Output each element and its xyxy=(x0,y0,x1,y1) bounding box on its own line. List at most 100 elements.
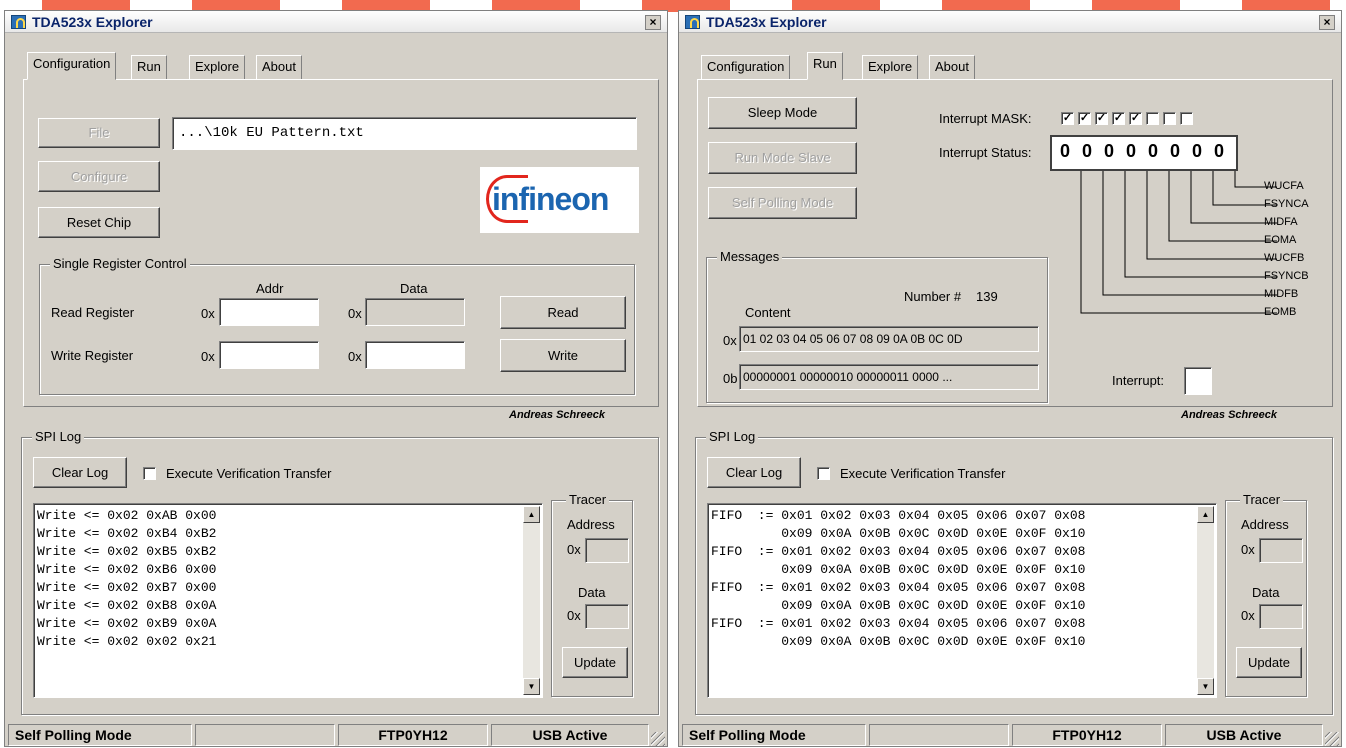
sleep-mode-button[interactable]: Sleep Mode xyxy=(708,97,857,129)
tab-run[interactable]: Run xyxy=(131,55,167,79)
tracer-address-label: Address xyxy=(567,517,615,532)
log-line: 0x09 0x0A 0x0B 0x0C 0x0D 0x0E 0x0F 0x10 xyxy=(711,634,1086,649)
log-line: 0x09 0x0A 0x0B 0x0C 0x0D 0x0E 0x0F 0x10 xyxy=(711,562,1086,577)
app-icon xyxy=(11,15,26,29)
tracer-data-field xyxy=(1259,604,1303,629)
verify-checkbox[interactable] xyxy=(817,467,830,480)
log-line: Write <= 0x02 0xAB 0x00 xyxy=(37,508,217,523)
file-button[interactable]: File xyxy=(38,118,160,148)
tab-about[interactable]: About xyxy=(929,55,975,79)
spi-log-title: SPI Log xyxy=(32,429,85,444)
tracer-address-field xyxy=(1259,538,1303,563)
tracer-title: Tracer xyxy=(1240,492,1284,507)
bin-prefix: 0b xyxy=(723,371,738,386)
read-button[interactable]: Read xyxy=(500,296,626,329)
status-empty xyxy=(869,724,1009,746)
app-icon xyxy=(685,15,700,29)
write-data-input[interactable] xyxy=(365,341,465,369)
bit-connector-line xyxy=(1102,171,1277,296)
tracer-address-label: Address xyxy=(1241,517,1289,532)
status-usb: USB Active xyxy=(491,724,649,746)
log-line: FIFO := 0x01 0x02 0x03 0x04 0x05 0x06 0x… xyxy=(711,580,1086,595)
bit-label: EOMA xyxy=(1264,234,1297,246)
update-button[interactable]: Update xyxy=(1236,647,1302,678)
tracer-address-prefix: 0x xyxy=(567,542,581,557)
close-icon[interactable]: × xyxy=(1319,15,1335,30)
verify-label: Execute Verification Transfer xyxy=(166,466,332,481)
write-addr-input[interactable] xyxy=(219,341,319,369)
reset-chip-button[interactable]: Reset Chip xyxy=(38,207,160,238)
interrupt-mask-checkbox[interactable]: ✓ xyxy=(1061,112,1074,125)
status-bar: Self Polling Mode FTP0YH12 USB Active xyxy=(5,722,667,748)
tab-configuration[interactable]: Configuration xyxy=(701,55,791,79)
self-polling-mode-button[interactable]: Self Polling Mode xyxy=(708,187,857,219)
author-signature: Andreas Schreeck xyxy=(509,409,605,421)
title-bar[interactable]: TDA523x Explorer × xyxy=(679,11,1341,33)
number-value: 139 xyxy=(976,289,998,304)
interrupt-mask-checkbox[interactable] xyxy=(1146,112,1159,125)
bit-label: EOMB xyxy=(1264,306,1297,318)
log-line: Write <= 0x02 0xB4 0xB2 xyxy=(37,526,217,541)
interrupt-mask-checkbox[interactable]: ✓ xyxy=(1078,112,1091,125)
status-mode: Self Polling Mode xyxy=(682,724,866,746)
interrupt-mask-checkbox[interactable]: ✓ xyxy=(1129,112,1142,125)
verify-checkbox[interactable] xyxy=(143,467,156,480)
status-bit: 0 xyxy=(1060,141,1073,161)
log-scrollbar[interactable]: ▲ ▼ xyxy=(523,506,540,695)
clear-log-button[interactable]: Clear Log xyxy=(707,457,801,488)
interrupt-mask-checkbox[interactable] xyxy=(1163,112,1176,125)
scroll-up-icon[interactable]: ▲ xyxy=(1197,506,1214,523)
title-bar[interactable]: TDA523x Explorer × xyxy=(5,11,667,33)
spi-log-title: SPI Log xyxy=(706,429,759,444)
write-button[interactable]: Write xyxy=(500,339,626,372)
log-line: Write <= 0x02 0x02 0x21 xyxy=(37,634,217,649)
log-line: FIFO := 0x01 0x02 0x03 0x04 0x05 0x06 0x… xyxy=(711,544,1086,559)
tab-explore[interactable]: Explore xyxy=(189,55,246,79)
read-addr-input[interactable] xyxy=(219,298,319,326)
close-icon[interactable]: × xyxy=(645,15,661,30)
scroll-down-icon[interactable]: ▼ xyxy=(1197,678,1214,695)
scroll-down-icon[interactable]: ▼ xyxy=(523,678,540,695)
interrupt-mask-checkbox[interactable]: ✓ xyxy=(1112,112,1125,125)
addr-header: Addr xyxy=(256,281,284,296)
spi-log-textarea[interactable]: Write <= 0x02 0xAB 0x00 Write <= 0x02 0xB… xyxy=(33,503,543,698)
log-line: Write <= 0x02 0xB6 0x00 xyxy=(37,562,217,577)
content-label: Content xyxy=(745,305,791,320)
status-bit: 0 xyxy=(1082,141,1095,161)
status-bit: 0 xyxy=(1148,141,1161,161)
tab-explore[interactable]: Explore xyxy=(862,55,919,79)
bit-label: WUCFB xyxy=(1264,252,1305,264)
tracer-data-label: Data xyxy=(578,585,606,600)
bit-connector-line xyxy=(1168,171,1277,242)
window-title: TDA523x Explorer xyxy=(32,14,153,30)
run-mode-slave-button[interactable]: Run Mode Slave xyxy=(708,142,857,174)
clear-log-button[interactable]: Clear Log xyxy=(33,457,127,488)
log-scrollbar[interactable]: ▲ ▼ xyxy=(1197,506,1214,695)
log-line: 0x09 0x0A 0x0B 0x0C 0x0D 0x0E 0x0F 0x10 xyxy=(711,598,1086,613)
file-path-field[interactable]: ...\10k EU Pattern.txt xyxy=(172,117,637,150)
interrupt-mask-checkbox[interactable] xyxy=(1180,112,1193,125)
interrupt-status-display: 00000000 xyxy=(1050,135,1238,171)
write-register-label: Write Register xyxy=(51,348,134,363)
status-empty xyxy=(195,724,335,746)
window-run: TDA523x Explorer × Configuration Run Exp… xyxy=(678,10,1342,747)
bit-label: FSYNCB xyxy=(1264,270,1309,282)
interrupt-mask-label: Interrupt MASK: xyxy=(939,111,1032,126)
status-bar: Self Polling Mode FTP0YH12 USB Active xyxy=(679,722,1341,748)
update-button[interactable]: Update xyxy=(562,647,628,678)
tab-configuration[interactable]: Configuration xyxy=(27,52,117,80)
interrupt-status-label: Interrupt Status: xyxy=(939,145,1032,160)
interrupt-mask-checkbox[interactable]: ✓ xyxy=(1095,112,1108,125)
tab-run[interactable]: Run xyxy=(807,52,843,80)
resize-grip-icon[interactable] xyxy=(1325,732,1339,746)
configure-button[interactable]: Configure xyxy=(38,161,160,192)
author-signature: Andreas Schreeck xyxy=(1181,409,1277,421)
spi-log-textarea[interactable]: FIFO := 0x01 0x02 0x03 0x04 0x05 0x06 0x… xyxy=(707,503,1217,698)
messages-title: Messages xyxy=(717,249,783,264)
read-data-prefix: 0x xyxy=(348,306,362,321)
scroll-up-icon[interactable]: ▲ xyxy=(523,506,540,523)
resize-grip-icon[interactable] xyxy=(651,732,665,746)
tab-about[interactable]: About xyxy=(256,55,302,79)
log-line: Write <= 0x02 0xB7 0x00 xyxy=(37,580,217,595)
bit-connector-line xyxy=(1080,171,1277,314)
